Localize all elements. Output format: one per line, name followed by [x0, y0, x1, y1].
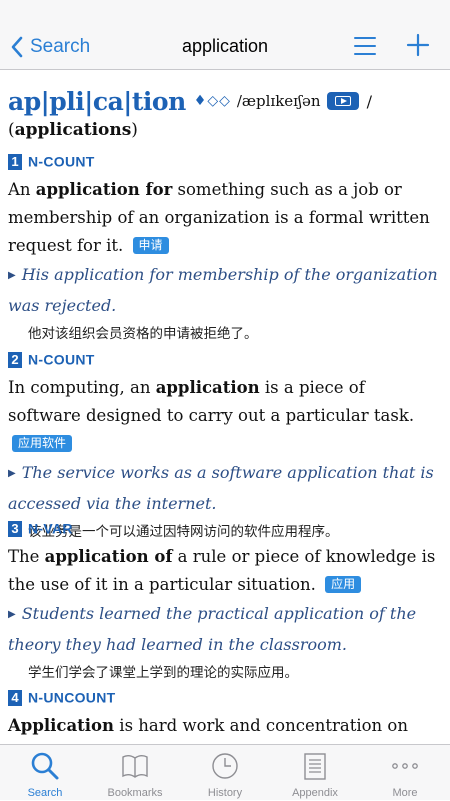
headword: ap|pli|ca|tion	[8, 86, 186, 116]
tab-history[interactable]: History	[180, 745, 270, 801]
sense-header: 1 N-COUNT	[8, 150, 442, 172]
list-icon	[354, 37, 376, 55]
sense-number: 4	[8, 689, 22, 706]
tab-appendix[interactable]: Appendix	[270, 745, 360, 801]
frequency-diamonds: ♦◇◇	[193, 93, 231, 109]
example-bullet-icon: ▶	[8, 609, 16, 620]
plus-icon	[406, 33, 430, 57]
definition-keyword: application	[155, 378, 260, 397]
example-text: The service works as a software applicat…	[8, 463, 434, 513]
example-translation: 学生们学会了课堂上学到的理论的实际应用。	[28, 665, 298, 681]
menu-button[interactable]	[352, 34, 378, 58]
sense-header: 3 N-VAR	[8, 517, 442, 539]
sense-number: 3	[8, 520, 22, 537]
sense-number: 1	[8, 153, 22, 170]
sense-4: 4 N-UNCOUNT Application is hard work and c…	[8, 686, 442, 744]
pronunciation: /æplɪkeɪʃən	[236, 92, 321, 110]
grammar-label: N-UNCOUNT	[28, 689, 116, 706]
definition-keyword: application for	[35, 180, 173, 199]
definition: Application is hard work and concentrati…	[8, 712, 442, 744]
tab-label: History	[207, 787, 243, 799]
more-icon	[392, 763, 418, 769]
entry-content[interactable]: ap|pli|ca|tion ♦◇◇ /æplɪkeɪʃən / (applic…	[0, 70, 450, 744]
definition-keyword: Application	[8, 716, 115, 735]
definition: In computing, an application is a piece …	[8, 374, 442, 458]
sense-header: 4 N-UNCOUNT	[8, 686, 442, 708]
entry-header: ap|pli|ca|tion ♦◇◇ /æplɪkeɪʃən /	[8, 84, 372, 118]
play-audio-icon[interactable]	[326, 92, 359, 110]
document-icon	[304, 753, 326, 780]
tab-bookmarks[interactable]: Bookmarks	[90, 745, 180, 801]
sense-header: 2 N-COUNT	[8, 348, 442, 370]
pronunciation-close: /	[366, 91, 372, 111]
page-title: application	[181, 36, 269, 56]
definition: An application for something such as a j…	[8, 176, 442, 260]
example-sentence: ▶ The service works as a software applica…	[8, 459, 442, 518]
example-text: His application for membership of the or…	[8, 265, 438, 315]
definition-keyword: application of	[44, 547, 173, 566]
tab-more[interactable]: More	[360, 745, 450, 801]
translation-tag[interactable]: 应用	[325, 576, 362, 593]
navigation-bar: Search application	[0, 0, 450, 70]
sense-1: 1 N-COUNT An application for something suc…	[8, 150, 442, 348]
grammar-label: N-VAR	[28, 520, 73, 537]
sense-number: 2	[8, 351, 22, 368]
inflected-forms: (applications)	[8, 120, 138, 140]
tab-label: More	[392, 787, 418, 799]
translation-tag[interactable]: 申请	[132, 237, 169, 254]
definition: The application of a rule or piece of kn…	[8, 543, 442, 599]
grammar-label: N-COUNT	[28, 351, 95, 368]
example-text: Students learned the practical applicati…	[8, 604, 417, 654]
translation-tag[interactable]: 应用软件	[12, 435, 73, 452]
tab-label: Appendix	[292, 787, 338, 799]
example-translation: 他对该组织会员资格的申请被拒绝了。	[28, 326, 258, 342]
search-icon	[31, 752, 59, 780]
example-sentence: ▶ Students learned the practical applicat…	[8, 600, 442, 659]
example-bullet-icon: ▶	[8, 270, 16, 281]
definition-text: In computing, an	[8, 378, 156, 397]
example-sentence: ▶ His application for membership of the o…	[8, 261, 442, 320]
tab-label: Search	[27, 787, 63, 799]
tab-bar: Search Bookmarks History Appendix More	[0, 744, 450, 800]
add-button[interactable]	[405, 32, 431, 58]
grammar-label: N-COUNT	[28, 153, 95, 170]
definition-text: An	[8, 180, 36, 199]
tab-search[interactable]: Search	[0, 745, 90, 801]
sense-3: 3 N-VAR The application of a rule or piece…	[8, 517, 442, 687]
tab-label: Bookmarks	[107, 787, 163, 799]
example-bullet-icon: ▶	[8, 468, 16, 479]
book-icon	[122, 755, 148, 778]
definition-text: The	[8, 547, 45, 566]
clock-icon	[212, 753, 238, 779]
